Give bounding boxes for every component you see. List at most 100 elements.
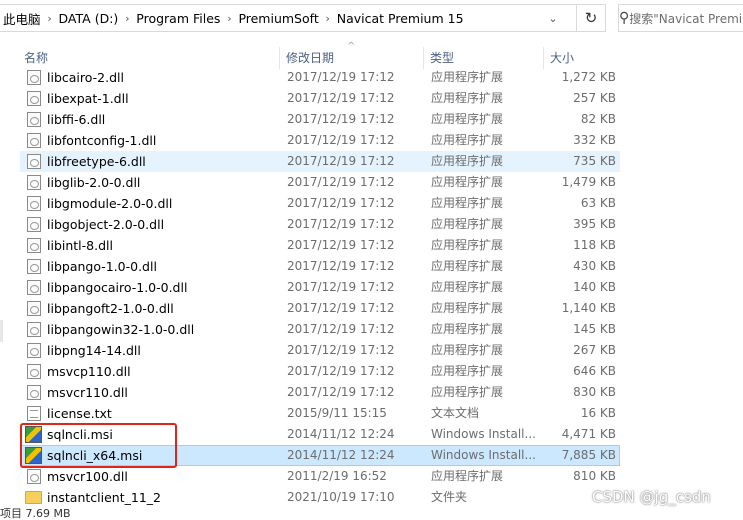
file-type: 应用程序扩展 bbox=[431, 280, 504, 294]
file-size: 82 KB bbox=[580, 112, 616, 126]
file-row[interactable]: msvcr110.dll 2017/12/19 17:12 应用程序扩展 830 KB bbox=[20, 382, 620, 403]
file-row[interactable]: libexpat-1.dll 2017/12/19 17:12 应用程序扩展 257 … bbox=[20, 88, 620, 109]
file-row[interactable]: libpng14-14.dll 2017/12/19 17:12 应用程序扩展 267… bbox=[20, 340, 620, 361]
refresh-button[interactable]: ↻ bbox=[576, 4, 606, 32]
refresh-icon: ↻ bbox=[584, 9, 598, 27]
breadcrumb-item[interactable]: PremiumSoft bbox=[235, 11, 321, 26]
dll-file-icon bbox=[27, 280, 41, 295]
breadcrumb-item[interactable]: Navicat Premium 15 bbox=[334, 11, 467, 26]
file-type: 应用程序扩展 bbox=[431, 70, 504, 84]
file-date: 2015/9/11 15:15 bbox=[287, 406, 387, 420]
address-history-dropdown[interactable]: ⌄ bbox=[533, 4, 573, 32]
file-row[interactable]: msvcp110.dll 2017/12/19 17:12 应用程序扩展 646 KB bbox=[20, 361, 620, 382]
file-row[interactable]: libffi-6.dll 2017/12/19 17:12 应用程序扩展 82 KB bbox=[20, 109, 620, 130]
file-date: 2014/11/12 12:24 bbox=[287, 448, 395, 462]
file-type: 应用程序扩展 bbox=[431, 154, 504, 168]
file-date: 2017/12/19 17:12 bbox=[287, 238, 395, 252]
annotation-highlight-box bbox=[20, 423, 177, 468]
column-header-name[interactable]: 名称 bbox=[20, 47, 280, 69]
file-type: 应用程序扩展 bbox=[431, 469, 504, 483]
file-row[interactable]: libgmodule-2.0-0.dll 2017/12/19 17:12 应用程序… bbox=[20, 193, 620, 214]
dll-file-icon bbox=[27, 259, 41, 274]
text-file-icon bbox=[27, 406, 41, 421]
column-header-size[interactable]: 大小 bbox=[546, 47, 620, 69]
file-size: 257 KB bbox=[573, 91, 616, 105]
column-header-date[interactable]: 修改日期 bbox=[282, 47, 424, 69]
file-row[interactable]: libfreetype-6.dll 2017/12/19 17:12 应用程序扩展 7… bbox=[20, 151, 620, 172]
file-name: libgmodule-2.0-0.dll bbox=[47, 196, 173, 211]
file-size: 118 KB bbox=[573, 238, 616, 252]
file-date: 2014/11/12 12:24 bbox=[287, 427, 395, 441]
file-size: 332 KB bbox=[573, 133, 616, 147]
breadcrumb-item[interactable]: Program Files bbox=[133, 11, 223, 26]
file-row[interactable]: libpangowin32-1.0-0.dll 2017/12/19 17:12 应… bbox=[20, 319, 620, 340]
file-size: 63 KB bbox=[580, 196, 616, 210]
file-name: libpng14-14.dll bbox=[47, 343, 141, 358]
file-type: 应用程序扩展 bbox=[431, 238, 504, 252]
file-size: 140 KB bbox=[573, 280, 616, 294]
search-box[interactable]: ⚲ 搜索"Navicat Premiu bbox=[618, 4, 743, 32]
address-bar-row: 此电脑 › DATA (D:) › Program Files › PremiumSoft ›… bbox=[0, 0, 743, 38]
file-size: 830 KB bbox=[573, 385, 616, 399]
file-date: 2017/12/19 17:12 bbox=[287, 91, 395, 105]
file-name: libintl-8.dll bbox=[47, 238, 113, 253]
file-type: 应用程序扩展 bbox=[431, 175, 504, 189]
search-icon: ⚲ bbox=[619, 10, 630, 26]
file-type: 应用程序扩展 bbox=[431, 322, 504, 336]
file-name: license.txt bbox=[47, 406, 112, 421]
column-header-type[interactable]: 类型 bbox=[426, 47, 544, 69]
file-type: 应用程序扩展 bbox=[431, 217, 504, 231]
file-size: 1,272 KB bbox=[561, 70, 616, 84]
file-date: 2017/12/19 17:12 bbox=[287, 112, 395, 126]
file-row[interactable]: libglib-2.0-0.dll 2017/12/19 17:12 应用程序扩展 1… bbox=[20, 172, 620, 193]
file-date: 2017/12/19 17:12 bbox=[287, 343, 395, 357]
file-date: 2017/12/19 17:12 bbox=[287, 322, 395, 336]
file-type: 文本文档 bbox=[431, 406, 480, 420]
dll-file-icon bbox=[27, 364, 41, 379]
file-name: libglib-2.0-0.dll bbox=[47, 175, 141, 190]
file-size: 267 KB bbox=[573, 343, 616, 357]
file-date: 2017/12/19 17:12 bbox=[287, 301, 395, 315]
breadcrumb-chevron-icon[interactable]: › bbox=[44, 12, 56, 25]
file-type: 应用程序扩展 bbox=[431, 301, 504, 315]
file-row[interactable]: instantclient_11_2 2021/10/19 17:10 文件夹 bbox=[20, 487, 620, 508]
file-type: 应用程序扩展 bbox=[431, 364, 504, 378]
file-name: libpango-1.0-0.dll bbox=[47, 259, 157, 274]
address-bar[interactable]: 此电脑 › DATA (D:) › Program Files › PremiumSoft ›… bbox=[0, 4, 606, 32]
file-type: 应用程序扩展 bbox=[431, 343, 504, 357]
file-date: 2017/12/19 17:12 bbox=[287, 364, 395, 378]
file-row[interactable]: libcairo-2.dll 2017/12/19 17:12 应用程序扩展 1,27… bbox=[20, 67, 620, 88]
file-row[interactable]: libintl-8.dll 2017/12/19 17:12 应用程序扩展 118 K… bbox=[20, 235, 620, 256]
file-date: 2017/12/19 17:12 bbox=[287, 196, 395, 210]
file-type: 应用程序扩展 bbox=[431, 259, 504, 273]
dll-file-icon bbox=[27, 196, 41, 211]
breadcrumb-item[interactable]: 此电脑 bbox=[0, 9, 44, 28]
file-name: libgobject-2.0-0.dll bbox=[47, 217, 165, 232]
file-type: 应用程序扩展 bbox=[431, 112, 504, 126]
breadcrumb-chevron-icon[interactable]: › bbox=[322, 12, 334, 25]
dll-file-icon bbox=[27, 322, 41, 337]
file-date: 2017/12/19 17:12 bbox=[287, 70, 395, 84]
file-size: 810 KB bbox=[573, 469, 616, 483]
file-size: 16 KB bbox=[580, 406, 616, 420]
file-row[interactable]: libgobject-2.0-0.dll 2017/12/19 17:12 应用程序… bbox=[20, 214, 620, 235]
file-name: libexpat-1.dll bbox=[47, 91, 129, 106]
file-row[interactable]: msvcr100.dll 2011/2/19 16:52 应用程序扩展 810 KB bbox=[20, 466, 620, 487]
file-size: 646 KB bbox=[573, 364, 616, 378]
watermark: CSDN @jg_csdn bbox=[592, 488, 711, 506]
file-row[interactable]: libpangoft2-1.0-0.dll 2017/12/19 17:12 应用程… bbox=[20, 298, 620, 319]
file-row[interactable]: license.txt 2015/9/11 15:15 文本文档 16 KB bbox=[20, 403, 620, 424]
file-row[interactable]: libfontconfig-1.dll 2017/12/19 17:12 应用程序扩… bbox=[20, 130, 620, 151]
file-type: 应用程序扩展 bbox=[431, 133, 504, 147]
file-name: libfontconfig-1.dll bbox=[47, 133, 157, 148]
dll-file-icon bbox=[27, 133, 41, 148]
dll-file-icon bbox=[27, 154, 41, 169]
breadcrumb-item[interactable]: DATA (D:) bbox=[56, 11, 122, 26]
breadcrumb-chevron-icon[interactable]: › bbox=[121, 12, 133, 25]
dll-file-icon bbox=[27, 70, 41, 85]
file-type: 应用程序扩展 bbox=[431, 196, 504, 210]
file-row[interactable]: libpango-1.0-0.dll 2017/12/19 17:12 应用程序扩展… bbox=[20, 256, 620, 277]
breadcrumb-chevron-icon[interactable]: › bbox=[223, 12, 235, 25]
dll-file-icon bbox=[27, 217, 41, 232]
file-row[interactable]: libpangocairo-1.0-0.dll 2017/12/19 17:12 应… bbox=[20, 277, 620, 298]
